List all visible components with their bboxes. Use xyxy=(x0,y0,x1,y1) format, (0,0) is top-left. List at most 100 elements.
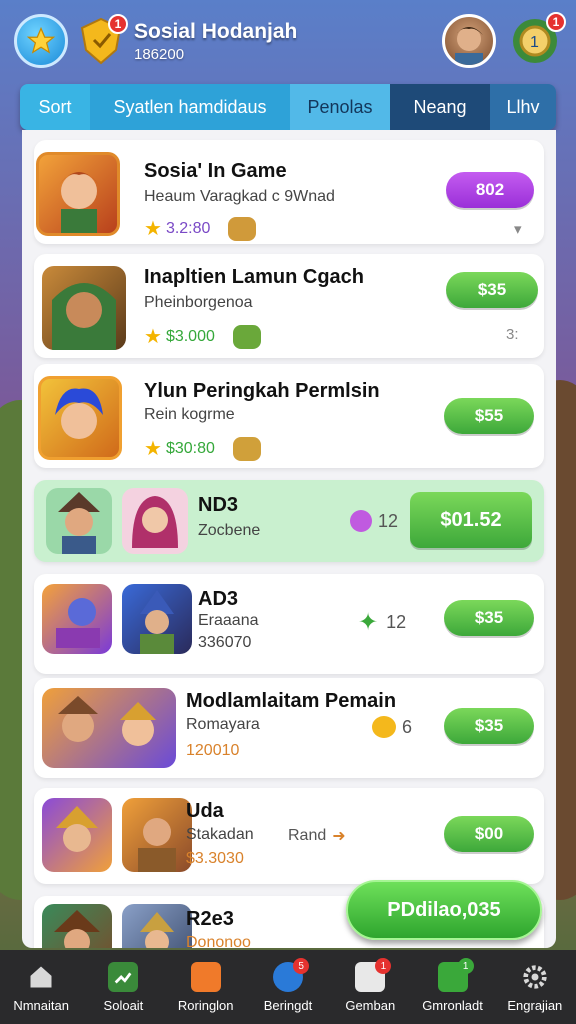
nav-label: Beringdt xyxy=(263,997,313,1013)
nav-stats[interactable]: Soloait xyxy=(82,950,164,1024)
gear-icon xyxy=(520,962,550,992)
game-thumbnail xyxy=(42,798,112,872)
home-icon xyxy=(26,962,56,992)
game-title: Uda xyxy=(186,800,224,822)
coin-icon xyxy=(228,216,257,241)
box-icon xyxy=(190,961,221,992)
star-icon xyxy=(26,26,56,54)
game-subtitle: Eraaana xyxy=(198,612,259,629)
list-item[interactable]: AD3 Eraaana 336070 ✦ 12 $35 xyxy=(34,574,544,674)
game-thumbnail xyxy=(46,488,112,554)
heart-count: 6 xyxy=(372,716,412,738)
list-item[interactable]: Ylun Peringkah Permlsin Rein kogrme ★ $3… xyxy=(34,364,544,468)
purchase-button[interactable]: $35 xyxy=(444,708,534,744)
hooded-character-icon xyxy=(52,283,116,350)
purchase-button[interactable]: $55 xyxy=(444,398,534,434)
rank-info: Rand ➜ xyxy=(288,826,346,846)
game-subtitle: Rein kogrme xyxy=(144,406,235,423)
tab-sort[interactable]: Sort xyxy=(20,84,90,130)
game-price: 3.2:80 xyxy=(165,219,211,237)
game-price: $3.000 xyxy=(165,327,215,345)
paladin-icon xyxy=(140,912,174,948)
game-title: R2e3 xyxy=(186,908,234,930)
coin-icon xyxy=(232,436,261,461)
nav-home[interactable]: Nmnaitan xyxy=(0,950,82,1024)
star-icon: ★ xyxy=(144,326,162,348)
star-icon: ★ xyxy=(144,438,162,460)
mage-icon xyxy=(56,598,100,648)
game-title: Ylun Peringkah Permlsin xyxy=(144,380,380,402)
nav-settings[interactable]: Engrajian xyxy=(494,950,576,1024)
achievements-badge: 1 xyxy=(108,14,128,34)
checkout-button[interactable]: PDdilao,035 xyxy=(346,880,542,940)
price-line: ★ $30:80 xyxy=(144,436,261,461)
nav-ranking[interactable]: Roringlon xyxy=(165,950,247,1024)
hero-portrait-icon xyxy=(59,172,99,233)
price-line: ★ 3.2:80 xyxy=(144,216,257,241)
nav-label: Roringlon xyxy=(177,997,234,1013)
nav-badge: 1 xyxy=(375,958,392,974)
list-item[interactable]: Sosia' In Game Heaum Varagkad c 9Wnad ★ … xyxy=(34,140,544,244)
leaf-icon xyxy=(232,324,261,349)
nav-label: Gemban xyxy=(345,997,396,1013)
share-indicator[interactable]: 3: xyxy=(506,326,519,343)
purchase-button[interactable]: $00 xyxy=(444,816,534,852)
knight-icon xyxy=(140,590,174,654)
nav-label: Soloait xyxy=(103,997,144,1013)
game-extra: 336070 xyxy=(198,634,252,651)
nav-games[interactable]: 1 Gemban xyxy=(329,950,411,1024)
heart-icon xyxy=(372,716,396,738)
header-title-block: Sosial Hodanjah 186200 xyxy=(134,20,442,63)
price-line: ★ $3.000 xyxy=(144,324,261,349)
game-thumbnail xyxy=(122,798,192,872)
bonus-count: ✦ 12 xyxy=(358,608,406,637)
tab-primary[interactable]: Syatlen hamdidaus xyxy=(90,84,290,130)
favorites-button[interactable] xyxy=(14,14,68,68)
game-thumbnail xyxy=(38,376,122,460)
tab-neang[interactable]: Neang xyxy=(390,84,490,130)
heart-count-value: 6 xyxy=(402,716,413,737)
game-thumbnail xyxy=(42,904,112,948)
warrior-icon xyxy=(56,806,98,852)
list-item[interactable]: Uda Stakadan $3.3030 Rand ➜ $00 xyxy=(34,788,544,884)
avatar-face-icon xyxy=(455,27,483,65)
game-title: Modlamlaitam Pemain xyxy=(186,690,397,712)
game-title: Sosia' In Game xyxy=(144,160,287,182)
game-thumbnail xyxy=(42,266,126,350)
game-subtitle: Heaum Varagkad c 9Wnad xyxy=(144,188,335,205)
nav-label: Engrajian xyxy=(507,997,563,1013)
clover-icon: ✦ xyxy=(358,609,379,636)
game-subtitle: Zocbene xyxy=(198,522,261,539)
chevron-down-icon[interactable]: ▾ xyxy=(514,220,522,238)
achievements-button[interactable]: 1 xyxy=(78,14,128,66)
game-thumbnail xyxy=(122,488,188,554)
game-price: $30:80 xyxy=(165,439,215,457)
tab-more[interactable]: Llhv xyxy=(490,84,556,130)
nav-friends[interactable]: 5 Beringdt xyxy=(247,950,329,1024)
page-subtitle: 186200 xyxy=(134,45,185,63)
purchase-button[interactable]: 802 xyxy=(446,172,534,208)
arrow-icon: ➜ xyxy=(332,828,346,845)
page-title: Sosial Hodanjah xyxy=(134,19,298,43)
svg-text:1: 1 xyxy=(530,34,539,51)
bonus-count-value: 12 xyxy=(386,612,407,632)
purchase-button[interactable]: $35 xyxy=(446,272,538,308)
game-extra: $3.3030 xyxy=(186,850,244,867)
top-bar: 1 Sosial Hodanjah 186200 1 1 xyxy=(0,0,576,82)
pink-hair-hero-icon xyxy=(132,496,178,548)
tab-penolas[interactable]: Penolas xyxy=(290,84,390,130)
game-thumbnail xyxy=(122,904,192,948)
rewards-badge: 1 xyxy=(546,12,566,32)
profile-avatar[interactable] xyxy=(442,14,496,68)
rank-label: Rand xyxy=(288,827,327,844)
purchase-button[interactable]: $01.52 xyxy=(410,492,532,548)
rewards-button[interactable]: 1 1 xyxy=(508,12,566,68)
nav-missions[interactable]: 1 Gmronladt xyxy=(411,950,493,1024)
purchase-button[interactable]: $35 xyxy=(444,600,534,636)
list-item[interactable]: ND3 Zocbene 12 $01.52 xyxy=(34,480,544,562)
list-item[interactable]: Inapltien Lamun Cgach Pheinborgenoa ★ $3… xyxy=(34,254,544,358)
game-list-panel: Sosia' In Game Heaum Varagkad c 9Wnad ★ … xyxy=(22,130,556,948)
game-extra: 120010 xyxy=(186,742,240,759)
list-item[interactable]: Modlamlaitam Pemain Romayara 120010 6 $3… xyxy=(34,678,544,778)
game-thumbnail xyxy=(122,584,192,654)
